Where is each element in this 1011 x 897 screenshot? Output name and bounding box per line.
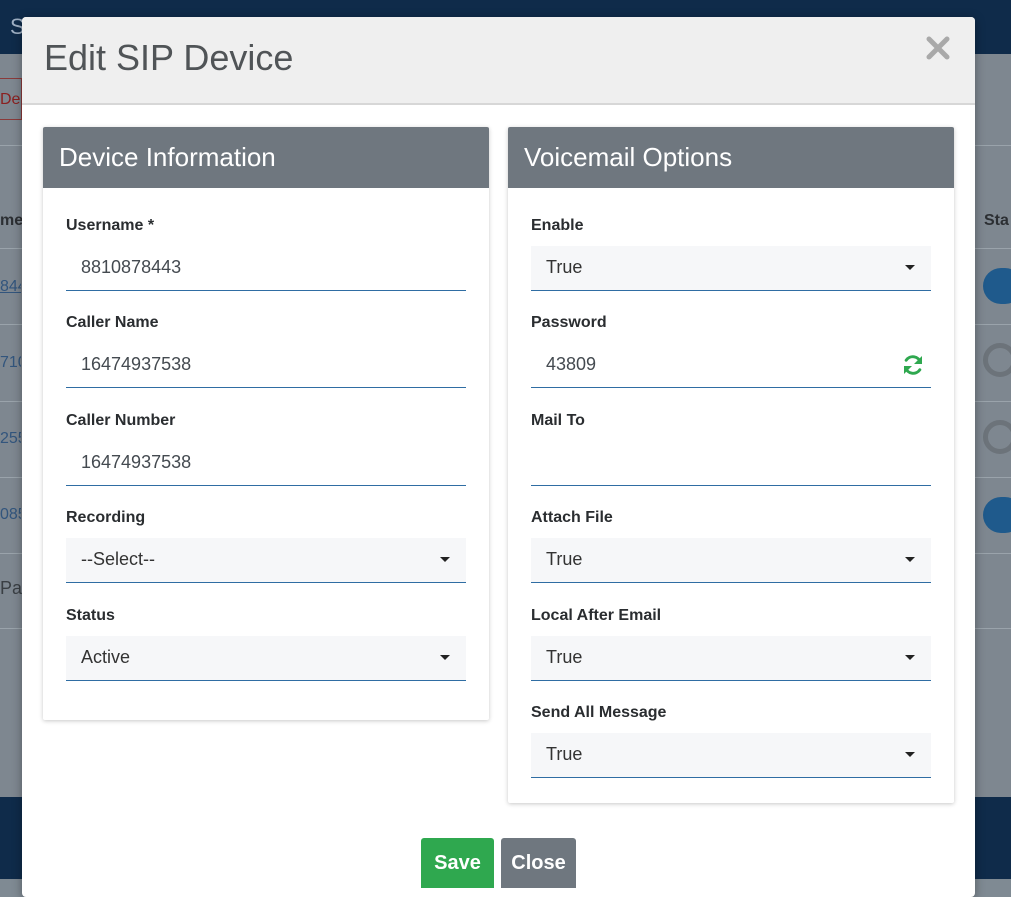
mail-to-label: Mail To — [531, 412, 585, 429]
password-value: 43809 — [546, 354, 597, 374]
status-field: Status Active — [66, 605, 466, 681]
background-row-link: 085 — [0, 506, 21, 523]
password-input[interactable]: 43809 — [531, 343, 931, 388]
local-after-email-value: True — [546, 647, 583, 667]
modal-header: Edit SIP Device — [22, 17, 975, 105]
background-column-header: me — [0, 212, 22, 229]
recording-select[interactable]: --Select-- — [66, 538, 466, 583]
background-toggle — [983, 343, 1011, 377]
mail-to-input[interactable] — [531, 441, 931, 486]
caller-number-label: Caller Number — [66, 412, 176, 429]
chevron-down-icon — [440, 655, 450, 660]
username-label: Username * — [66, 217, 155, 234]
chevron-down-icon — [905, 557, 915, 562]
save-button[interactable]: Save — [421, 838, 494, 888]
status-label: Status — [66, 607, 115, 624]
voicemail-options-heading: Voicemail Options — [508, 127, 954, 188]
caller-number-value: 16474937538 — [81, 452, 192, 472]
chevron-down-icon — [905, 655, 915, 660]
send-all-message-value: True — [546, 744, 583, 764]
password-label: Password — [531, 314, 607, 331]
attach-file-select[interactable]: True — [531, 538, 931, 583]
chevron-down-icon — [905, 265, 915, 270]
voicemail-options-panel: Voicemail Options Enable True Password 4… — [508, 127, 954, 803]
caller-name-input[interactable]: 16474937538 — [66, 343, 466, 388]
mail-to-field: Mail To — [531, 410, 931, 486]
device-information-heading: Device Information — [43, 127, 489, 188]
enable-value: True — [546, 257, 583, 277]
refresh-icon[interactable] — [901, 353, 925, 377]
background-column-header-status: Sta — [984, 212, 1009, 229]
recording-value: --Select-- — [81, 549, 156, 569]
chevron-down-icon — [440, 557, 450, 562]
background-toggle — [983, 268, 1011, 304]
caller-number-input[interactable]: 16474937538 — [66, 441, 466, 486]
send-all-message-select[interactable]: True — [531, 733, 931, 778]
enable-select[interactable]: True — [531, 246, 931, 291]
status-select[interactable]: Active — [66, 636, 466, 681]
background-row-link: 255 — [0, 430, 21, 447]
local-after-email-field: Local After Email True — [531, 605, 931, 681]
close-button[interactable]: Close — [501, 838, 576, 888]
send-all-message-label: Send All Message — [531, 704, 667, 721]
caller-number-field: Caller Number 16474937538 — [66, 410, 466, 486]
send-all-message-field: Send All Message True — [531, 702, 931, 778]
modal-title: Edit SIP Device — [44, 37, 294, 78]
recording-label: Recording — [66, 509, 146, 526]
enable-field: Enable True — [531, 215, 931, 291]
background-row-link: 844 — [0, 278, 21, 295]
background-delete-button: Del — [0, 78, 22, 120]
local-after-email-select[interactable]: True — [531, 636, 931, 681]
edit-sip-device-modal: Edit SIP Device Device Information Usern… — [22, 17, 975, 897]
background-toggle — [983, 420, 1011, 454]
background-row-link: 710 — [0, 354, 21, 371]
status-value: Active — [81, 647, 131, 667]
device-information-panel: Device Information Username * 8810878443… — [43, 127, 489, 720]
enable-label: Enable — [531, 217, 584, 234]
chevron-down-icon — [905, 752, 915, 757]
username-value: 8810878443 — [81, 257, 182, 277]
username-field: Username * 8810878443 — [66, 215, 466, 291]
caller-name-field: Caller Name 16474937538 — [66, 312, 466, 388]
attach-file-value: True — [546, 549, 583, 569]
local-after-email-label: Local After Email — [531, 607, 662, 624]
username-input[interactable]: 8810878443 — [66, 246, 466, 291]
background-pagination-text: Pa — [0, 578, 23, 598]
caller-name-value: 16474937538 — [81, 354, 192, 374]
background-toggle — [983, 497, 1011, 533]
recording-field: Recording --Select-- — [66, 507, 466, 583]
attach-file-field: Attach File True — [531, 507, 931, 583]
attach-file-label: Attach File — [531, 509, 613, 526]
password-field: Password 43809 — [531, 312, 931, 388]
close-icon[interactable] — [923, 33, 953, 63]
caller-name-label: Caller Name — [66, 314, 159, 331]
